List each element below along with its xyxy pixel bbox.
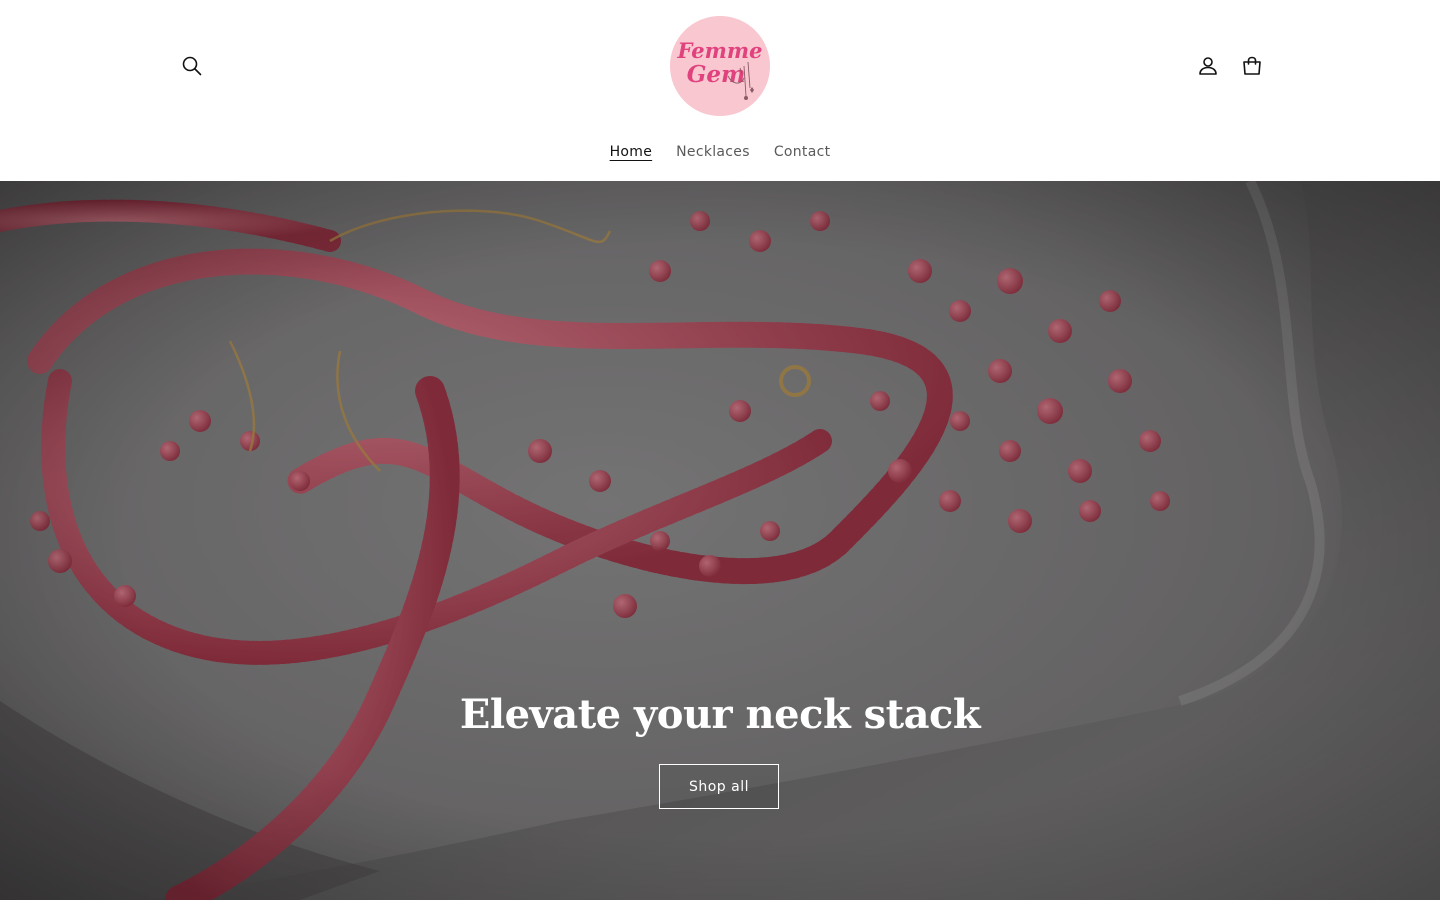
- site-header: Femme Gem Home Necklaces Contact: [0, 0, 1440, 180]
- main-navigation: Home Necklaces Contact: [0, 138, 1440, 166]
- cart-icon: [1243, 56, 1261, 75]
- cart-button[interactable]: [1232, 46, 1272, 86]
- shop-all-button[interactable]: Shop all: [659, 764, 779, 809]
- nav-item-home[interactable]: Home: [598, 138, 665, 166]
- hero-title: Elevate your neck stack: [459, 691, 981, 738]
- nav-item-contact[interactable]: Contact: [762, 138, 843, 166]
- hero-banner: Elevate your neck stack Shop all: [0, 181, 1440, 900]
- logo-text-line2: Gem: [687, 61, 746, 88]
- account-icon: [1199, 57, 1217, 75]
- logo-image: Femme Gem: [670, 16, 770, 116]
- store-logo[interactable]: Femme Gem: [670, 16, 770, 116]
- search-button[interactable]: [172, 46, 212, 86]
- search-icon: [182, 56, 202, 76]
- nav-item-necklaces[interactable]: Necklaces: [664, 138, 762, 166]
- account-button[interactable]: [1188, 46, 1228, 86]
- logo-text-line1: Femme: [677, 38, 763, 63]
